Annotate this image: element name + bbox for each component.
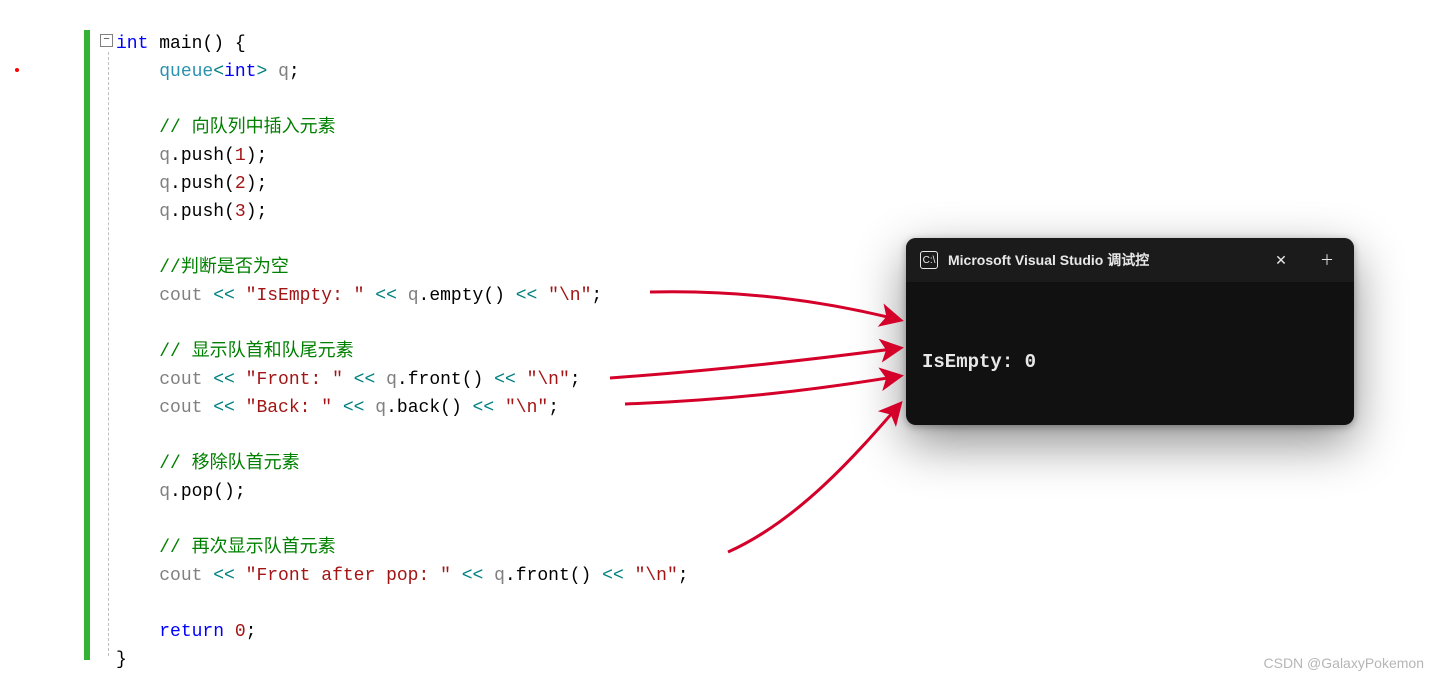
code-line[interactable]: // 移除队首元素 bbox=[0, 450, 1438, 478]
code-line[interactable]: } bbox=[0, 646, 1438, 674]
keyword: int bbox=[116, 34, 148, 54]
close-icon: ✕ bbox=[1275, 252, 1287, 269]
code-line[interactable]: // 再次显示队首元素 bbox=[0, 534, 1438, 562]
code-line[interactable] bbox=[0, 422, 1438, 450]
code-line[interactable]: cout << "Front after pop: " << q.front()… bbox=[0, 562, 1438, 590]
collapse-toggle[interactable] bbox=[100, 34, 113, 47]
console-output[interactable]: IsEmpty: 0 Front: 1 Back: 3 Front after … bbox=[906, 282, 1354, 425]
console-titlebar[interactable]: C:\ Microsoft Visual Studio 调试控 ✕ ＋ bbox=[906, 238, 1354, 282]
plus-icon: ＋ bbox=[1320, 250, 1334, 270]
change-gutter bbox=[84, 30, 90, 660]
code-line[interactable] bbox=[0, 86, 1438, 114]
code-line[interactable]: queue<int> q; bbox=[0, 58, 1438, 86]
code-line[interactable]: return 0; bbox=[0, 618, 1438, 646]
indent-guide bbox=[108, 52, 109, 656]
code-line[interactable]: int main() { bbox=[0, 30, 1438, 58]
console-icon: C:\ bbox=[920, 251, 938, 269]
debug-console-window: C:\ Microsoft Visual Studio 调试控 ✕ ＋ IsEm… bbox=[906, 238, 1354, 425]
code-line[interactable]: q.push(1); bbox=[0, 142, 1438, 170]
code-line[interactable]: q.pop(); bbox=[0, 478, 1438, 506]
new-tab-button[interactable]: ＋ bbox=[1304, 238, 1350, 282]
close-button[interactable]: ✕ bbox=[1258, 238, 1304, 282]
code-line[interactable]: q.push(2); bbox=[0, 170, 1438, 198]
code-line[interactable] bbox=[0, 590, 1438, 618]
output-line: IsEmpty: 0 bbox=[922, 348, 1338, 376]
console-title: Microsoft Visual Studio 调试控 bbox=[948, 250, 1149, 270]
code-line[interactable]: q.push(3); bbox=[0, 198, 1438, 226]
code-line[interactable] bbox=[0, 506, 1438, 534]
watermark: CSDN @GalaxyPokemon bbox=[1264, 655, 1425, 671]
code-line[interactable]: // 向队列中插入元素 bbox=[0, 114, 1438, 142]
